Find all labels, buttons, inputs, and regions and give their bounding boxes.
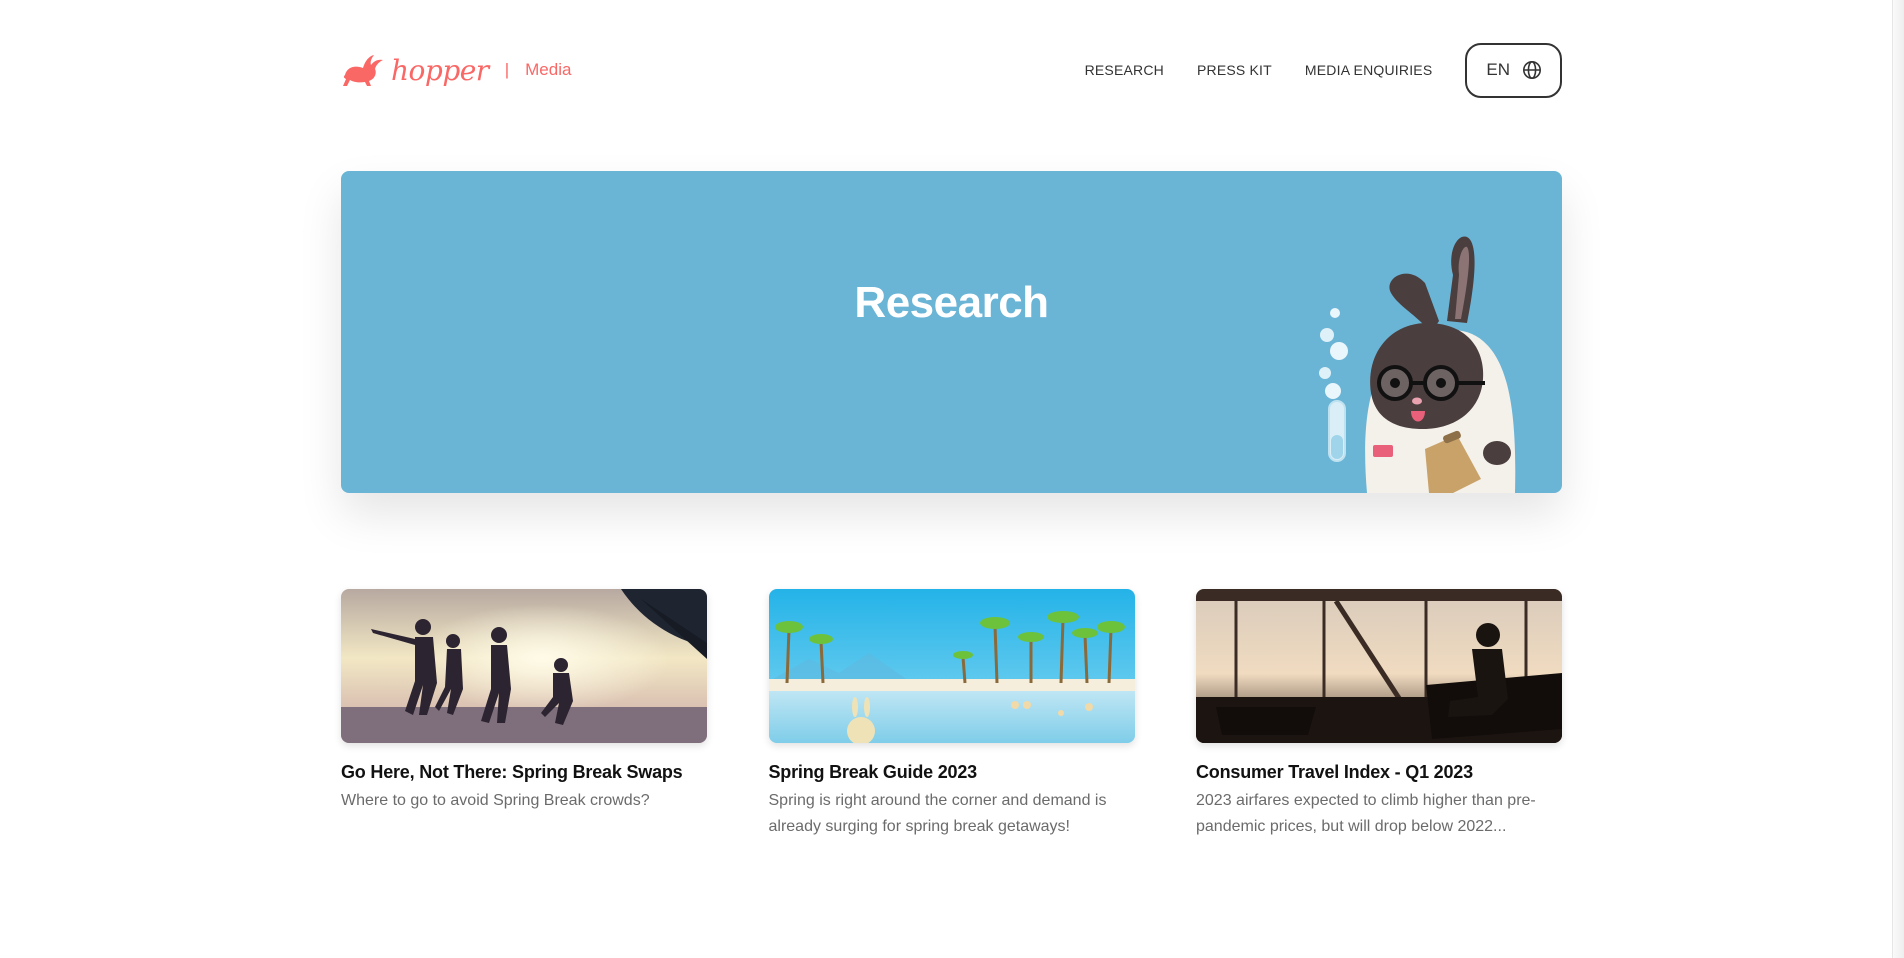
article-description: Where to go to avoid Spring Break crowds… — [341, 792, 650, 809]
airport-lounge-silhouette-photo — [1196, 589, 1562, 743]
nav-press-kit-link[interactable]: PRESS KIT — [1197, 62, 1272, 78]
language-label: EN — [1486, 60, 1510, 79]
palm-beach-illustration — [768, 589, 1135, 743]
friends-jumping-beach-photo — [341, 589, 707, 743]
brand-wordmark: hopper — [391, 53, 489, 87]
brand-separator: | — [504, 60, 510, 79]
research-hero-banner: Research — [341, 171, 1562, 493]
main-nav: RESEARCH PRESS KIT MEDIA ENQUIRIES EN — [1085, 42, 1562, 98]
nav-media-enquiries-link[interactable]: MEDIA ENQUIRIES — [1305, 62, 1432, 78]
article-description: Spring is right around the corner and de… — [768, 792, 1107, 835]
bunny-scientist-illustration — [1319, 236, 1516, 493]
hopper-logo: hopper — [341, 53, 489, 87]
page-scrollbar[interactable] — [1892, 0, 1904, 958]
article-card-consumer-travel-index[interactable]: Consumer Travel Index - Q1 2023 2023 air… — [1196, 589, 1562, 840]
article-title[interactable]: Go Here, Not There: Spring Break Swaps — [341, 762, 707, 783]
article-title[interactable]: Spring Break Guide 2023 — [769, 762, 1135, 783]
research-articles-grid: Go Here, Not There: Spring Break Swaps W… — [341, 589, 1562, 840]
bunny-logo-icon — [343, 55, 383, 86]
article-card-spring-break-guide[interactable]: Spring Break Guide 2023 Spring is right … — [768, 589, 1135, 840]
page: hopper | Media RESEARCH PRESS KIT MEDIA … — [0, 0, 1904, 958]
brand-home-link[interactable]: hopper | Media — [341, 53, 571, 87]
language-selector-button[interactable]: EN — [1465, 42, 1562, 98]
article-description: 2023 airfares expected to climb higher t… — [1196, 792, 1536, 835]
globe-icon — [1523, 61, 1541, 79]
article-title[interactable]: Consumer Travel Index - Q1 2023 — [1196, 762, 1562, 783]
article-card-spring-break-swaps[interactable]: Go Here, Not There: Spring Break Swaps W… — [341, 589, 707, 840]
nav-research-link[interactable]: RESEARCH — [1085, 62, 1164, 78]
site-header: hopper | Media RESEARCH PRESS KIT MEDIA … — [341, 42, 1562, 98]
brand-section-label: Media — [525, 60, 572, 79]
